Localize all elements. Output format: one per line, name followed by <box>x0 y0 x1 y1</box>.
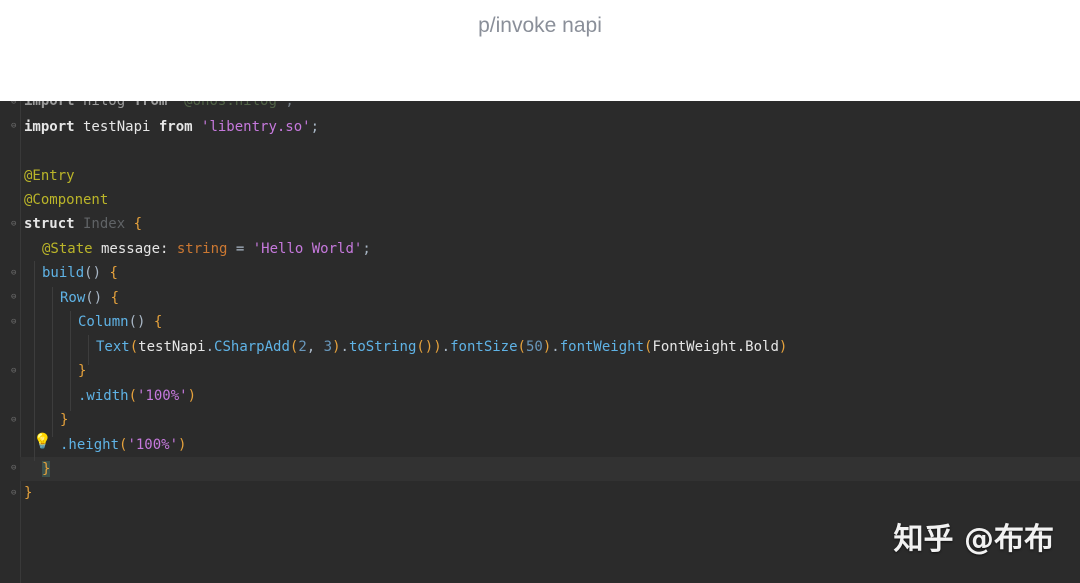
code-line[interactable]: struct Index { <box>24 213 142 235</box>
fold-marker-icon[interactable]: ⊖ <box>11 415 20 425</box>
watermark-text: 知乎 @布布 <box>893 522 1054 557</box>
code-line[interactable]: Column() { <box>78 311 162 333</box>
fold-marker-icon[interactable]: ⊖ <box>11 292 20 302</box>
fold-marker-icon[interactable]: ⊖ <box>11 317 20 327</box>
lightbulb-icon[interactable]: 💡 <box>33 433 52 451</box>
fold-marker-icon[interactable]: ⊖ <box>11 463 20 473</box>
fold-marker-icon[interactable]: ⊖ <box>11 268 20 278</box>
code-line[interactable]: } <box>60 409 68 431</box>
code-line[interactable]: } <box>24 482 32 504</box>
code-line[interactable]: .width('100%') <box>78 385 196 407</box>
fold-marker-icon[interactable]: ⊖ <box>11 488 20 498</box>
code-line[interactable]: } <box>78 360 86 382</box>
fold-marker-icon[interactable]: ⊖ <box>11 101 20 107</box>
code-line[interactable]: @Component <box>24 189 108 211</box>
code-line[interactable]: build() { <box>42 262 118 284</box>
code-editor[interactable]: ⊖ ⊖ ⊖ ⊖ ⊖ ⊖ ⊖ ⊖ ⊖ ⊖ import hilog from '@… <box>0 101 1080 583</box>
caption-text: p/invoke napi <box>478 14 602 37</box>
current-line-highlight <box>20 457 1080 481</box>
code-line[interactable]: Text(testNapi.CSharpAdd(2, 3).toString()… <box>96 336 787 358</box>
fold-marker-icon[interactable]: ⊖ <box>11 121 20 131</box>
code-line[interactable]: } <box>42 458 51 480</box>
fold-marker-icon[interactable]: ⊖ <box>11 219 20 229</box>
code-line[interactable]: @State message: string = 'Hello World'; <box>42 238 371 260</box>
fold-marker-icon[interactable]: ⊖ <box>11 366 20 376</box>
indent-guide <box>52 287 53 437</box>
indent-guide <box>34 261 35 461</box>
code-line[interactable]: @Entry <box>24 165 75 187</box>
indent-guide <box>70 311 71 411</box>
editor-gutter <box>0 101 21 583</box>
code-line[interactable]: .height('100%') <box>60 434 186 456</box>
code-line[interactable]: import testNapi from 'libentry.so'; <box>24 116 319 138</box>
caption-area: p/invoke napi <box>0 0 1080 101</box>
code-line[interactable]: import hilog from '@ohos.hilog'; <box>24 101 294 112</box>
code-line[interactable]: Row() { <box>60 287 119 309</box>
indent-guide <box>88 335 89 365</box>
